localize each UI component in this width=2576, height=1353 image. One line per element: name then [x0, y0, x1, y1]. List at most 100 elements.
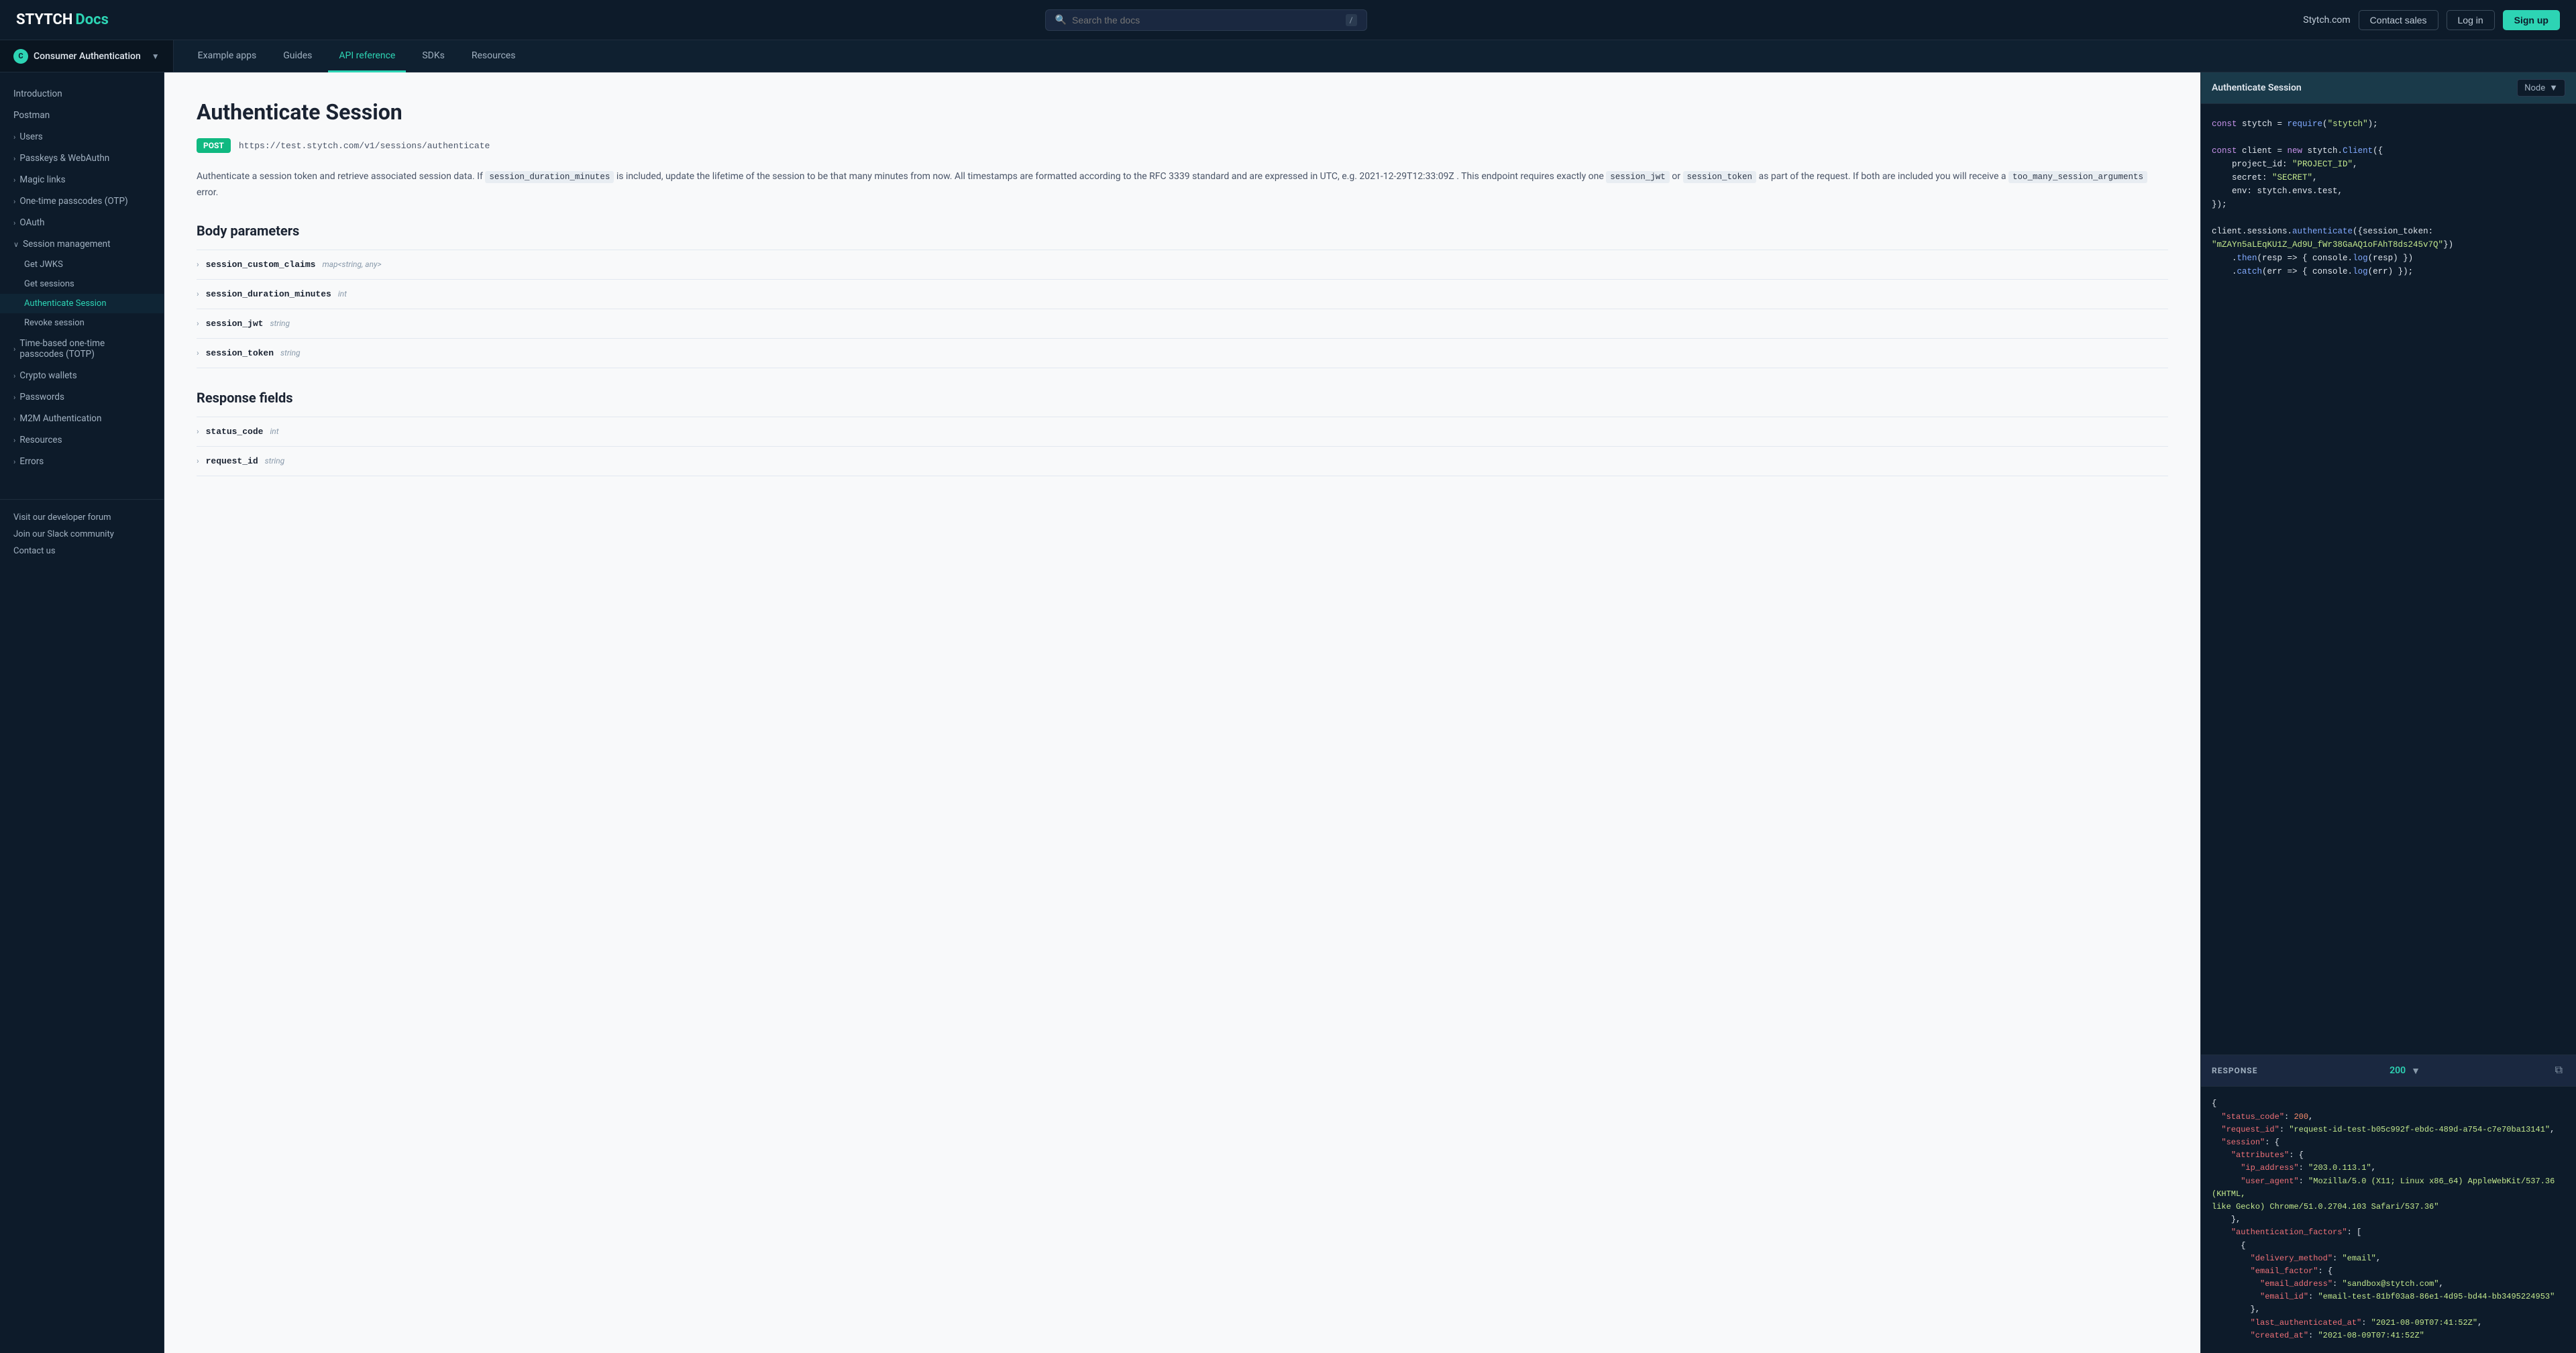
login-button[interactable]: Log in [2447, 10, 2495, 30]
code-line: const stytch = require("stytch"); [2212, 117, 2565, 131]
response-line: "created_at": "2021-08-09T07:41:52Z" [2212, 1330, 2565, 1342]
sidebar-subitem-revoke-session[interactable]: Revoke session [0, 313, 164, 333]
sidebar-item-magic-links[interactable]: › Magic links [0, 169, 164, 191]
chevron-right-icon: › [13, 133, 15, 142]
chevron-right-icon: › [197, 319, 199, 328]
section-nav-example-apps[interactable]: Example apps [187, 41, 268, 72]
chevron-right-icon: › [13, 154, 15, 163]
chevron-right-icon: › [13, 219, 15, 227]
signup-button[interactable]: Sign up [2503, 10, 2560, 30]
chevron-right-icon: › [13, 176, 15, 184]
sidebar-item-m2m[interactable]: › M2M Authentication [0, 408, 164, 429]
response-code: { "status_code": 200, "request_id": "req… [2201, 1087, 2576, 1353]
logo-stytch: STYTCH [16, 11, 72, 28]
response-line: }, [2212, 1213, 2565, 1226]
response-line: "email_address": "sandbox@stytch.com", [2212, 1278, 2565, 1291]
response-header: RESPONSE 200 ▼ ⧉ [2201, 1054, 2576, 1087]
page-title: Authenticate Session [197, 99, 2168, 125]
sidebar-subitem-get-sessions[interactable]: Get sessions [0, 274, 164, 294]
response-line: { [2212, 1240, 2565, 1252]
sidebar-subitem-get-jwks[interactable]: Get JWKS [0, 255, 164, 274]
param-session-duration-minutes[interactable]: › session_duration_minutes int [197, 280, 2168, 309]
code-session-duration: session_duration_minutes [485, 171, 614, 183]
chevron-right-icon: › [197, 289, 199, 299]
sidebar-subitem-authenticate-session[interactable]: Authenticate Session [0, 294, 164, 313]
chevron-down-icon: ▼ [2549, 83, 2558, 93]
param-list: › session_custom_claims map<string, any>… [197, 250, 2168, 368]
sidebar-link-contact-us[interactable]: Contact us [13, 543, 150, 559]
description: Authenticate a session token and retriev… [197, 169, 2168, 201]
chevron-right-icon: › [197, 427, 199, 436]
sidebar-link-slack-community[interactable]: Join our Slack community [13, 526, 150, 543]
sidebar-bottom: Visit our developer forum Join our Slack… [0, 499, 164, 569]
response-line: "ip_address": "203.0.113.1", [2212, 1162, 2565, 1175]
sidebar-item-session-management[interactable]: ∨ Session management [0, 233, 164, 255]
code-line: const client = new stytch.Client({ [2212, 144, 2565, 158]
sidebar-item-postman[interactable]: Postman [0, 105, 164, 126]
contact-sales-button[interactable]: Contact sales [2359, 10, 2438, 30]
code-line: "mZAYn5aLEqKU1Z_Ad9U_fWr38GaAQ1oFAhT8ds2… [2212, 238, 2565, 252]
layout: Introduction Postman › Users › Passkeys … [0, 72, 2576, 1353]
response-line: "email_factor": { [2212, 1265, 2565, 1278]
sidebar-item-resources[interactable]: › Resources [0, 429, 164, 451]
stytch-com-link[interactable]: Stytch.com [2303, 15, 2350, 25]
response-line: "status_code": 200, [2212, 1111, 2565, 1124]
sidebar-item-otp[interactable]: › One-time passcodes (OTP) [0, 191, 164, 212]
sidebar-link-developer-forum[interactable]: Visit our developer forum [13, 509, 150, 526]
response-fields-title: Response fields [197, 390, 2168, 406]
search-bar[interactable]: 🔍 / [1045, 9, 1367, 31]
sidebar: Introduction Postman › Users › Passkeys … [0, 72, 164, 1353]
response-label: RESPONSE [2212, 1066, 2257, 1075]
response-line: "authentication_factors": [ [2212, 1226, 2565, 1239]
top-navbar: STYTCH Docs 🔍 / Stytch.com Contact sales… [0, 0, 2576, 40]
code-line: }); [2212, 198, 2565, 211]
chevron-right-icon: › [13, 372, 15, 380]
code-line: project_id: "PROJECT_ID", [2212, 158, 2565, 171]
sidebar-item-introduction[interactable]: Introduction [0, 83, 164, 105]
copy-button[interactable]: ⧉ [2553, 1062, 2565, 1079]
sidebar-item-passkeys[interactable]: › Passkeys & WebAuthn [0, 148, 164, 169]
language-selector[interactable]: Node ▼ [2517, 79, 2565, 97]
section-nav-items: Example apps Guides API reference SDKs R… [174, 40, 540, 72]
response-line: { [2212, 1097, 2565, 1110]
sidebar-item-users[interactable]: › Users [0, 126, 164, 148]
sidebar-item-totp[interactable]: › Time-based one-time passcodes (TOTP) [0, 333, 164, 365]
section-nav-api-reference[interactable]: API reference [328, 41, 406, 72]
chevron-right-icon: › [13, 345, 15, 354]
section-navbar: C Consumer Authentication ▼ Example apps… [0, 40, 2576, 72]
param-session-custom-claims[interactable]: › session_custom_claims map<string, any> [197, 250, 2168, 280]
chevron-down-icon[interactable]: ▼ [2411, 1065, 2420, 1077]
response-line: "request_id": "request-id-test-b05c992f-… [2212, 1124, 2565, 1136]
response-line: "session": { [2212, 1136, 2565, 1149]
section-selector[interactable]: C Consumer Authentication ▼ [0, 40, 174, 72]
code-line: env: stytch.envs.test, [2212, 184, 2565, 198]
response-field-list: › status_code int › request_id string [197, 417, 2168, 476]
response-line: "delivery_method": "email", [2212, 1252, 2565, 1265]
chevron-right-icon: › [13, 436, 15, 445]
sidebar-item-errors[interactable]: › Errors [0, 451, 164, 472]
method-badge: POST [197, 138, 231, 153]
code-line: .catch(err => { console.log(err) }); [2212, 265, 2565, 278]
response-field-status-code[interactable]: › status_code int [197, 417, 2168, 447]
endpoint-badge: POST https://test.stytch.com/v1/sessions… [197, 138, 2168, 153]
sidebar-item-crypto-wallets[interactable]: › Crypto wallets [0, 365, 164, 386]
code-too-many-args: too_many_session_arguments [2008, 171, 2147, 183]
code-session-jwt: session_jwt [1606, 171, 1670, 183]
param-session-jwt[interactable]: › session_jwt string [197, 309, 2168, 339]
chevron-down-icon: ▼ [152, 52, 160, 61]
logo[interactable]: STYTCH Docs [16, 11, 109, 28]
chevron-right-icon: › [13, 415, 15, 423]
section-nav-sdks[interactable]: SDKs [411, 41, 455, 72]
code-panel-header: Authenticate Session Node ▼ [2201, 72, 2576, 104]
response-field-request-id[interactable]: › request_id string [197, 447, 2168, 476]
sidebar-item-oauth[interactable]: › OAuth [0, 212, 164, 233]
section-nav-guides[interactable]: Guides [272, 41, 323, 72]
chevron-right-icon: › [13, 197, 15, 206]
section-nav-resources[interactable]: Resources [461, 41, 527, 72]
sidebar-item-passwords[interactable]: › Passwords [0, 386, 164, 408]
chevron-right-icon: › [13, 393, 15, 402]
code-panel-title: Authenticate Session [2212, 83, 2302, 93]
search-shortcut: / [1346, 14, 1357, 26]
search-input[interactable] [1072, 15, 1340, 25]
param-session-token[interactable]: › session_token string [197, 339, 2168, 368]
